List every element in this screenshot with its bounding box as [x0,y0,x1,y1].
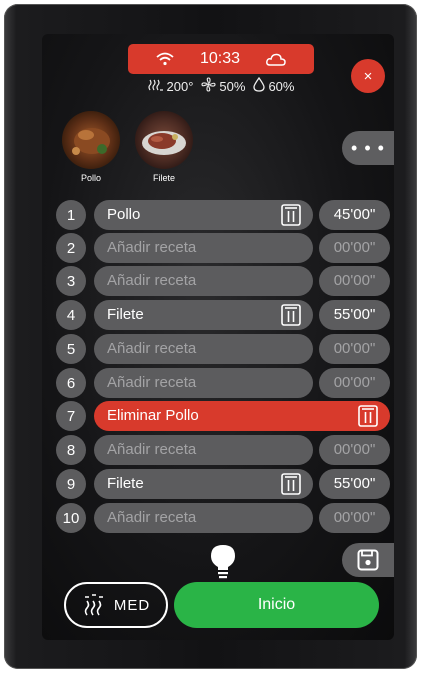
recipe-slot-row: 10 Añadir receta 00'00" [56,503,390,533]
recipe-time-button[interactable]: 55'00" [319,300,390,330]
steam-level-button[interactable]: MED [64,582,168,628]
readouts-bar: 200° 50% 60% [126,75,316,97]
temperature-readout: 200° [147,79,193,94]
steam-level-label: MED [113,596,151,614]
close-button[interactable]: × [351,59,385,93]
humidity-readout: 60% [253,76,294,95]
recipe-time-button[interactable]: 00'00" [319,334,390,364]
recipe-slot-row: 5 Añadir receta 00'00" [56,334,390,364]
oven-device-frame: 10:33 200° 50% 60% × Pollo Filete • • • … [4,4,417,669]
slot-number: 2 [56,233,86,263]
slot-number: 4 [56,300,86,330]
cloud-icon [266,53,286,66]
slot-number: 6 [56,368,86,398]
filete-image [135,111,193,169]
add-recipe-button[interactable]: Añadir receta [94,503,313,533]
trash-icon[interactable] [281,473,301,495]
recipe-time-button[interactable]: 55'00" [319,469,390,499]
wifi-icon [156,52,174,66]
recipe-slot-row: 8 Añadir receta 00'00" [56,435,390,465]
fan-icon [201,77,216,95]
trash-icon[interactable] [358,405,378,427]
pollo-image [62,111,120,169]
steam-heat-icon [147,79,164,94]
status-bar: 10:33 [128,44,314,74]
recipe-slot-row-delete-confirm: 7 Eliminar Pollo [56,401,390,431]
add-recipe-button[interactable]: Añadir receta [94,368,313,398]
delete-recipe-button[interactable]: Eliminar Pollo [94,401,390,431]
recipe-slot-row: 1 Pollo 45'00" [56,200,390,230]
add-recipe-button[interactable]: Añadir receta [94,266,313,296]
recipe-time-button[interactable]: 00'00" [319,435,390,465]
recipe-time-button[interactable]: 00'00" [319,368,390,398]
recipe-slot-row: 9 Filete 55'00" [56,469,390,499]
recipe-slot-row: 3 Añadir receta 00'00" [56,266,390,296]
recipe-name-button[interactable]: Filete [94,300,313,330]
steam-icon [84,594,103,616]
slot-number: 3 [56,266,86,296]
add-recipe-button[interactable]: Añadir receta [94,334,313,364]
trash-icon[interactable] [281,204,301,226]
recipe-slot-row: 2 Añadir receta 00'00" [56,233,390,263]
favorite-filete-thumbnail[interactable] [135,111,193,169]
add-recipe-button[interactable]: Añadir receta [94,233,313,263]
light-bulb-icon[interactable] [208,544,238,580]
slot-number: 7 [56,401,86,431]
add-recipe-button[interactable]: Añadir receta [94,435,313,465]
recipe-time-button[interactable]: 45'00" [319,200,390,230]
recipe-slot-row: 4 Filete 55'00" [56,300,390,330]
recipe-time-button[interactable]: 00'00" [319,266,390,296]
recipe-name-button[interactable]: Filete [94,469,313,499]
close-icon: × [363,67,373,85]
favorite-pollo-thumbnail[interactable] [62,111,120,169]
slot-number: 9 [56,469,86,499]
slot-number: 5 [56,334,86,364]
fan-readout: 50% [201,77,245,95]
clock-time: 10:33 [199,50,241,67]
favorite-pollo-label: Pollo [80,173,101,183]
control-screen: 10:33 200° 50% 60% × Pollo Filete • • • … [42,34,394,640]
slot-number: 1 [56,200,86,230]
trash-icon[interactable] [281,304,301,326]
recipe-name-button[interactable]: Pollo [94,200,313,230]
slot-number: 10 [56,503,86,533]
start-button[interactable]: Inicio [174,582,379,628]
save-button[interactable] [342,543,394,577]
ellipsis-icon: • • • [351,137,385,158]
save-disk-icon [357,549,379,571]
favorite-filete-label: Filete [152,173,175,183]
recipe-slot-row: 6 Añadir receta 00'00" [56,368,390,398]
water-drop-icon [253,76,266,95]
more-options-button[interactable]: • • • [342,131,394,165]
recipe-time-button[interactable]: 00'00" [319,233,390,263]
recipe-time-button[interactable]: 00'00" [319,503,390,533]
slot-number: 8 [56,435,86,465]
